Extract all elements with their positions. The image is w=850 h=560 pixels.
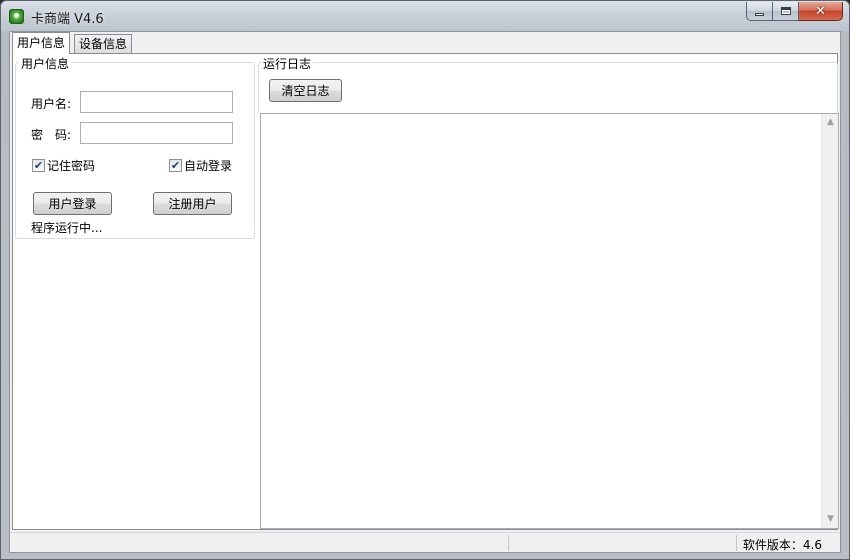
app-icon	[9, 9, 24, 24]
user-info-group-title: 用户信息	[19, 55, 72, 72]
username-label: 用户名:	[31, 97, 72, 111]
maximize-button[interactable]	[773, 2, 799, 21]
run-log-group: 运行日志	[258, 55, 838, 113]
auto-login-check-icon: ✔	[169, 159, 182, 172]
remember-password-checkbox[interactable]: ✔ 记住密码	[32, 157, 95, 174]
close-icon: ✕	[815, 3, 826, 19]
status-separator	[508, 535, 509, 551]
login-button[interactable]: 用户登录	[33, 192, 112, 215]
username-input[interactable]	[80, 91, 233, 113]
clear-log-button[interactable]: 清空日志	[269, 79, 342, 102]
minimize-button[interactable]	[746, 2, 773, 21]
program-status-text: 程序运行中...	[31, 221, 103, 235]
software-version-text: 软件版本：4.6	[742, 538, 822, 552]
title-bar[interactable]: 卡商端 V4.6 ✕	[1, 1, 849, 31]
auto-login-label: 自动登录	[184, 159, 233, 173]
caption-buttons: ✕	[746, 2, 843, 22]
maximize-icon	[780, 7, 791, 15]
minimize-icon	[755, 12, 764, 16]
status-separator	[736, 535, 737, 551]
window-title: 卡商端 V4.6	[31, 12, 104, 27]
close-button[interactable]: ✕	[799, 2, 843, 21]
tab-device-info[interactable]: 设备信息	[74, 34, 133, 54]
remember-password-check-icon: ✔	[32, 159, 45, 172]
app-window: 卡商端 V4.6 ✕ 用户信息 设备信息 用户信息 用户名: 密 码: ✔ 记住…	[0, 0, 850, 560]
register-button[interactable]: 注册用户	[153, 192, 232, 215]
remember-password-label: 记住密码	[47, 159, 96, 173]
log-textarea[interactable]: ▲ ▼	[260, 113, 839, 529]
log-scrollbar[interactable]: ▲ ▼	[821, 114, 838, 528]
scroll-up-icon[interactable]: ▲	[822, 114, 839, 131]
tab-user-info[interactable]: 用户信息	[12, 32, 71, 54]
tab-panel-user-info: 用户信息 用户名: 密 码: ✔ 记住密码 ✔ 自动登录 用户登录 注册用户 程…	[12, 53, 839, 530]
password-input[interactable]	[80, 122, 233, 144]
auto-login-checkbox[interactable]: ✔ 自动登录	[169, 157, 232, 174]
password-label: 密 码:	[31, 128, 72, 142]
client-area: 用户信息 设备信息 用户信息 用户名: 密 码: ✔ 记住密码 ✔ 自动登录 用…	[9, 31, 841, 553]
run-log-group-title: 运行日志	[261, 55, 314, 72]
scroll-down-icon[interactable]: ▼	[822, 511, 839, 528]
status-bar: 软件版本：4.6	[10, 532, 840, 552]
